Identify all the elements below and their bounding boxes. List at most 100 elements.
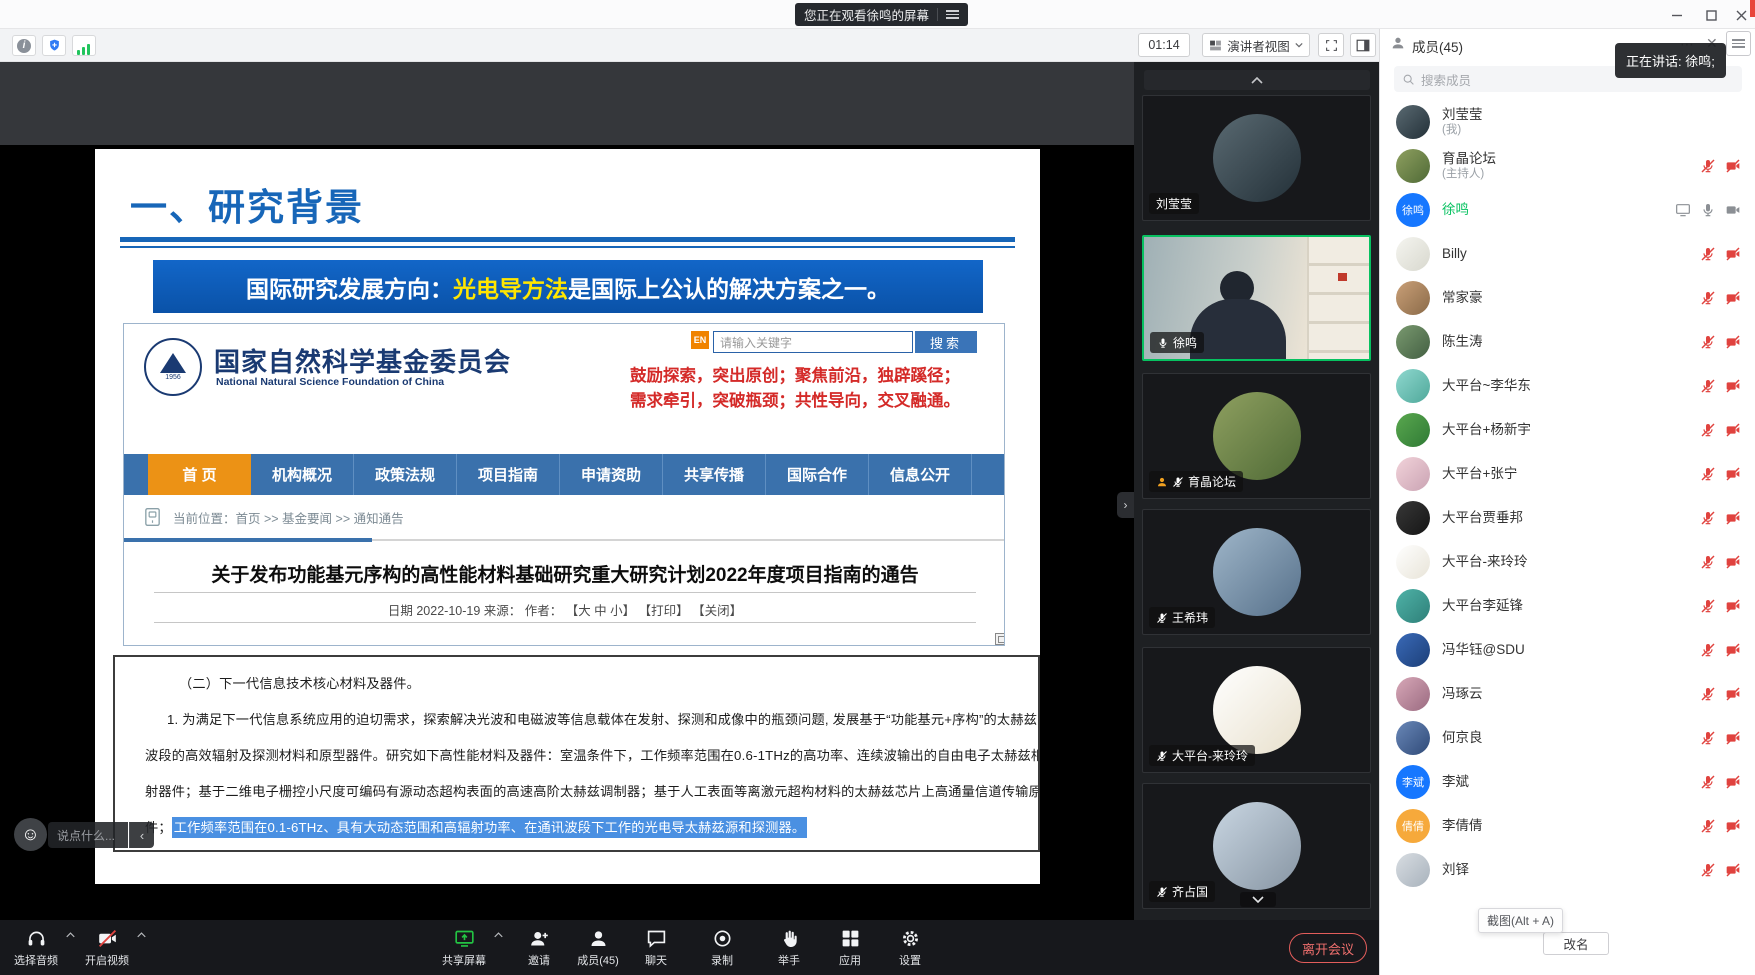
mic-off-icon bbox=[1700, 818, 1716, 834]
mic-off-icon bbox=[1700, 378, 1716, 394]
rename-button[interactable]: 改名 bbox=[1543, 932, 1609, 955]
nav-item-0[interactable]: 首 页 bbox=[148, 454, 251, 495]
apps-icon bbox=[840, 928, 861, 949]
member-name: 刘铎 bbox=[1442, 862, 1700, 878]
leave-meeting-button[interactable]: 离开会议 bbox=[1289, 933, 1367, 963]
participant-name: 王希玮 bbox=[1172, 609, 1208, 626]
network-status-button[interactable] bbox=[72, 35, 96, 56]
members-panel-title: 成员(45) bbox=[1412, 36, 1463, 56]
slide-section-title: 一、研究背景 bbox=[130, 177, 364, 231]
meeting-toolbar-top: i 01:14 演讲者视图 bbox=[0, 29, 1379, 62]
member-row-常家豪[interactable]: 常家豪 bbox=[1380, 276, 1755, 320]
meeting-info-button[interactable]: i bbox=[12, 35, 36, 56]
panel-menu-button[interactable] bbox=[1726, 31, 1751, 56]
member-name: 大平台~李华东 bbox=[1442, 378, 1700, 394]
shared-screen-area: 一、研究背景 国际研究发展方向：光电导方法是国际上公认的解决方案之一。 1956… bbox=[0, 62, 1379, 920]
member-avatar bbox=[1396, 325, 1430, 359]
nav-item-3[interactable]: 项目指南 bbox=[457, 454, 560, 495]
participant-name: 育晶论坛 bbox=[1188, 473, 1236, 490]
site-search-input[interactable]: 请输入关键字 bbox=[713, 331, 913, 353]
video-strip-collapse-handle[interactable]: › bbox=[1117, 492, 1134, 518]
member-row-刘铎[interactable]: 刘铎 bbox=[1380, 848, 1755, 892]
divider bbox=[124, 538, 372, 542]
toolbar-record-label: 录制 bbox=[711, 952, 733, 968]
en-language-badge[interactable]: EN bbox=[691, 331, 709, 349]
toolbar-settings-button[interactable]: 设置 bbox=[874, 920, 946, 975]
security-button[interactable] bbox=[42, 35, 66, 56]
video-tile-王希玮[interactable]: 王希玮 bbox=[1142, 509, 1371, 635]
member-row-大平台贾垂邦[interactable]: 大平台贾垂邦 bbox=[1380, 496, 1755, 540]
record-icon bbox=[712, 928, 733, 949]
expand-caret-icon[interactable] bbox=[494, 932, 503, 938]
member-row-徐鸣[interactable]: 徐鸣徐鸣 bbox=[1380, 188, 1755, 232]
slide-key-message-banner: 国际研究发展方向：光电导方法是国际上公认的解决方案之一。 bbox=[153, 260, 983, 313]
video-tile-齐占国[interactable]: 齐占国 bbox=[1142, 783, 1371, 909]
expand-corner-icon bbox=[995, 633, 1005, 645]
emoji-button[interactable]: ☺ bbox=[14, 818, 47, 851]
member-row-Billy[interactable]: Billy bbox=[1380, 232, 1755, 276]
member-row-何京良[interactable]: 何京良 bbox=[1380, 716, 1755, 760]
toolbar-record-button[interactable]: 录制 bbox=[686, 920, 758, 975]
toolbar-audio-button[interactable]: 选择音频 bbox=[0, 920, 72, 975]
fullscreen-button[interactable] bbox=[1318, 33, 1344, 57]
member-row-大平台李延锋[interactable]: 大平台李延锋 bbox=[1380, 584, 1755, 628]
nav-item-6[interactable]: 国际合作 bbox=[766, 454, 869, 495]
toolbar-share-button[interactable]: 共享屏幕 bbox=[428, 920, 500, 975]
banner-menu-icon[interactable] bbox=[946, 10, 959, 19]
strip-scroll-down-button[interactable] bbox=[1240, 892, 1276, 907]
video-tile-刘莹莹[interactable]: 刘莹莹 bbox=[1142, 95, 1371, 221]
strip-scroll-up-button[interactable] bbox=[1144, 70, 1370, 90]
member-avatar bbox=[1396, 369, 1430, 403]
member-status-icons bbox=[1700, 598, 1741, 614]
watching-screen-banner[interactable]: 您正在观看徐鸣的屏幕 bbox=[795, 3, 968, 26]
view-mode-dropdown[interactable]: 演讲者视图 bbox=[1202, 33, 1310, 57]
settings-icon bbox=[900, 928, 921, 949]
nav-item-5[interactable]: 共享传播 bbox=[663, 454, 766, 495]
side-panel-toggle[interactable] bbox=[1350, 33, 1376, 57]
minimize-button[interactable] bbox=[1664, 6, 1690, 24]
mic-off-icon bbox=[1700, 554, 1716, 570]
member-row-陈生涛[interactable]: 陈生涛 bbox=[1380, 320, 1755, 364]
member-row-李斌[interactable]: 李斌李斌 bbox=[1380, 760, 1755, 804]
nav-item-7[interactable]: 信息公开 bbox=[869, 454, 972, 495]
member-row-冯琢云[interactable]: 冯琢云 bbox=[1380, 672, 1755, 716]
overlapped-red-close-edge bbox=[1750, 0, 1755, 17]
highlighted-selection: 工作频率范围在0.1-6THz、具有大动态范围和高辐射功率、在通讯波段下工作的光… bbox=[172, 817, 808, 838]
member-status-icons bbox=[1675, 202, 1741, 218]
toolbar-video-button[interactable]: 开启视频 bbox=[71, 920, 143, 975]
maximize-button[interactable] bbox=[1698, 6, 1724, 24]
mic-off-icon bbox=[1156, 612, 1168, 624]
member-row-冯华钰@SDU[interactable]: 冯华钰@SDU bbox=[1380, 628, 1755, 672]
toolbar-invite-label: 邀请 bbox=[528, 952, 550, 968]
member-row-大平台+张宁[interactable]: 大平台+张宁 bbox=[1380, 452, 1755, 496]
video-tile-徐鸣[interactable]: 徐鸣 bbox=[1142, 235, 1371, 361]
chevron-down-icon bbox=[1295, 42, 1303, 48]
expand-caret-icon[interactable] bbox=[137, 932, 146, 938]
camera-off-icon bbox=[1725, 642, 1741, 658]
body-line-highlighted: 件；工作频率范围在0.1-6THz、具有大动态范围和高辐射功率、在通讯波段下工作… bbox=[145, 810, 1012, 846]
member-row-大平台+杨新宇[interactable]: 大平台+杨新宇 bbox=[1380, 408, 1755, 452]
member-avatar bbox=[1396, 281, 1430, 315]
member-info: 育晶论坛(主持人) bbox=[1442, 151, 1700, 181]
chat-collapse-button[interactable]: ‹ bbox=[129, 822, 154, 848]
member-row-刘莹莹[interactable]: 刘莹莹(我) bbox=[1380, 100, 1755, 144]
toolbar-chat-button[interactable]: 聊天 bbox=[620, 920, 692, 975]
member-row-育晶论坛[interactable]: 育晶论坛(主持人) bbox=[1380, 144, 1755, 188]
member-row-李倩倩[interactable]: 倩倩李倩倩 bbox=[1380, 804, 1755, 848]
video-tile-育晶论坛[interactable]: 育晶论坛 bbox=[1142, 373, 1371, 499]
nav-item-4[interactable]: 申请资助 bbox=[560, 454, 663, 495]
org-name-en: National Natural Science Foundation of C… bbox=[216, 376, 444, 388]
member-row-大平台-来玲玲[interactable]: 大平台-来玲玲 bbox=[1380, 540, 1755, 584]
nav-item-1[interactable]: 机构概况 bbox=[251, 454, 354, 495]
member-row-大平台~李华东[interactable]: 大平台~李华东 bbox=[1380, 364, 1755, 408]
mic-off-icon bbox=[1700, 466, 1716, 482]
quick-chat-input[interactable]: 说点什么... bbox=[48, 822, 128, 848]
camera-off-icon bbox=[1725, 730, 1741, 746]
video-tile-大平台-来玲玲[interactable]: 大平台-来玲玲 bbox=[1142, 647, 1371, 773]
member-avatar: 李斌 bbox=[1396, 765, 1430, 799]
nav-item-2[interactable]: 政策法规 bbox=[354, 454, 457, 495]
member-info: 何京良 bbox=[1442, 730, 1700, 746]
hamburger-icon bbox=[1732, 39, 1745, 48]
site-search-button[interactable]: 搜索 bbox=[915, 331, 977, 353]
member-avatar bbox=[1396, 545, 1430, 579]
